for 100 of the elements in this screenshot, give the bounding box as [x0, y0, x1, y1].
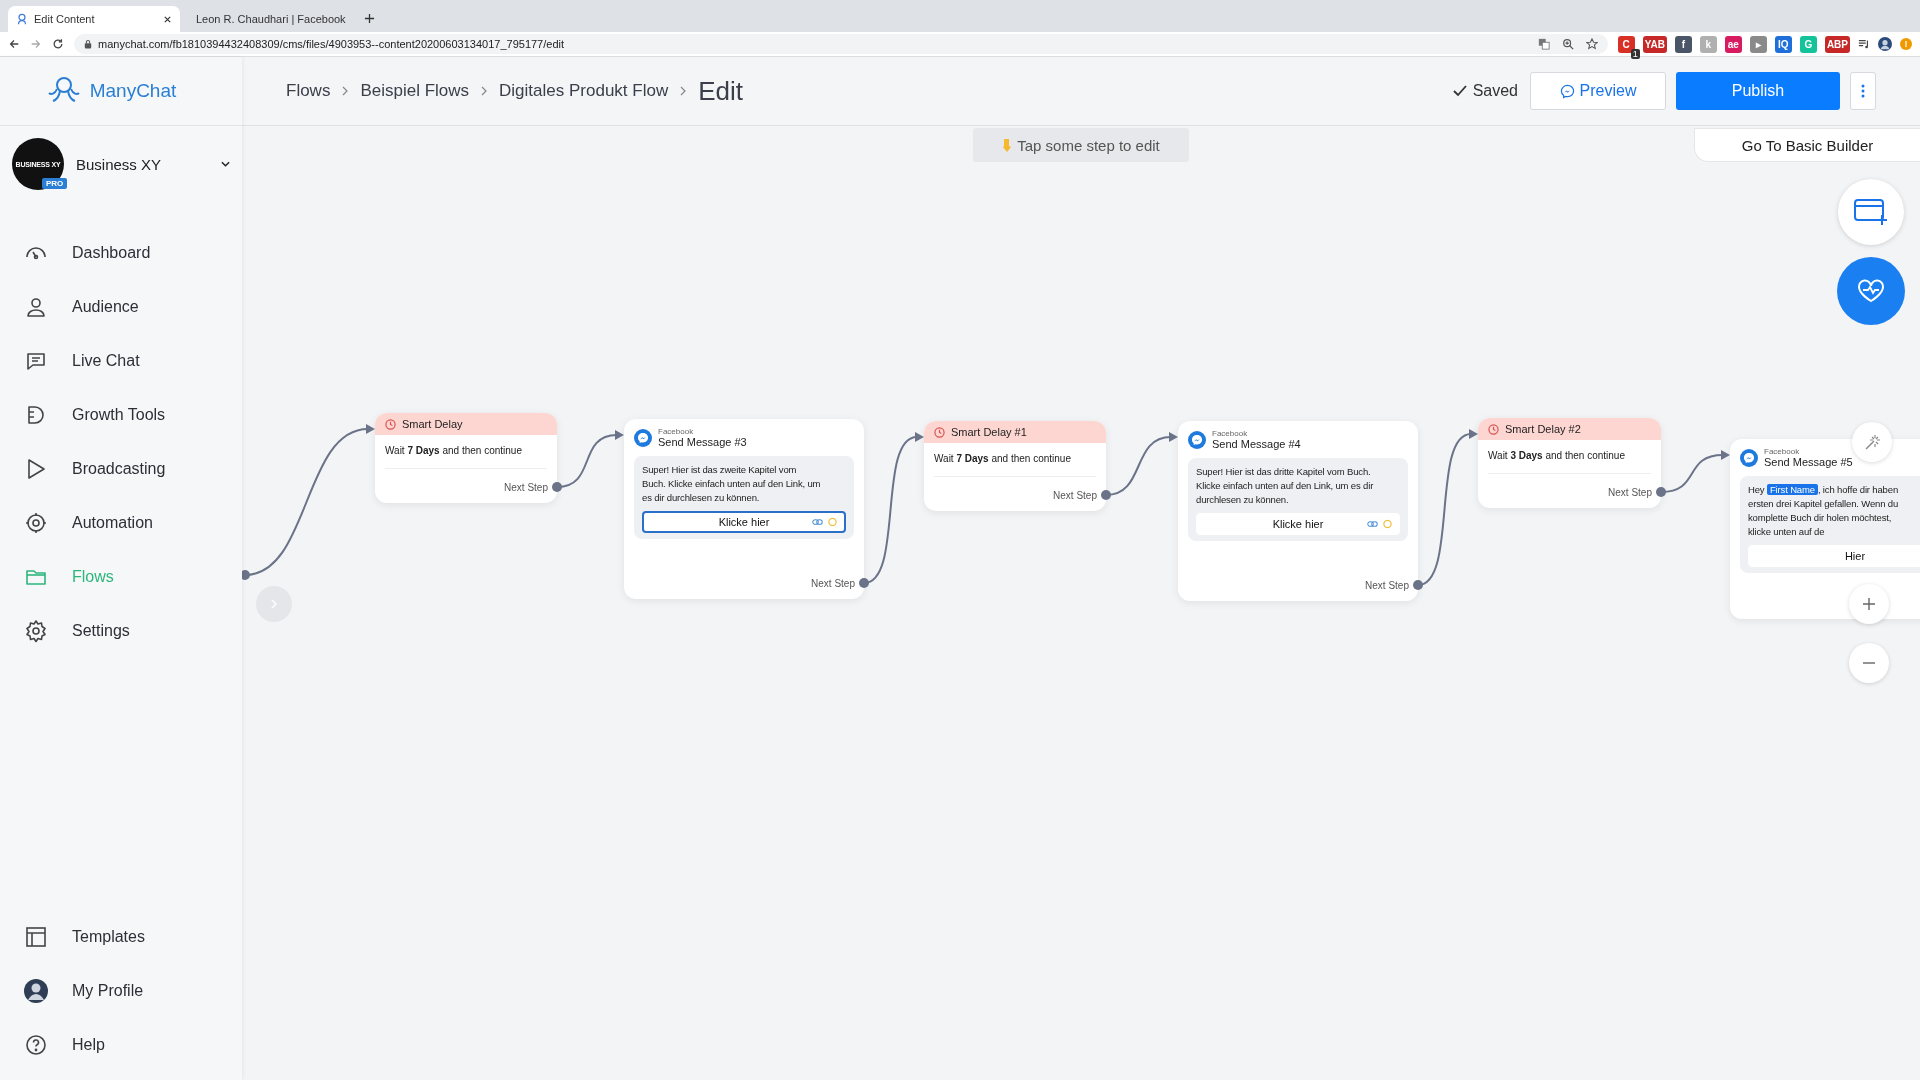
- step-title: Send Message #4: [1212, 438, 1301, 450]
- add-panel-button[interactable]: [1838, 179, 1904, 245]
- extension-icon[interactable]: YAB: [1642, 35, 1667, 53]
- sidebar-item[interactable]: Dashboard: [0, 226, 242, 280]
- message-button[interactable]: Hier: [1748, 545, 1920, 567]
- chevron-down-icon: [221, 161, 230, 167]
- chevron-right-icon: [342, 86, 349, 96]
- clock-icon: [1488, 423, 1499, 435]
- messenger-icon: [1559, 83, 1575, 99]
- port-dot[interactable]: [1413, 580, 1423, 590]
- check-icon: [1452, 85, 1467, 97]
- message-text: Super! Hier ist das dritte Kapitel vom Buch. Klicke einfach unten auf den Link, um es dir durchlesen zu können.: [1196, 465, 1375, 507]
- circle-icon: [1383, 519, 1392, 529]
- port-dot[interactable]: [1101, 490, 1111, 500]
- clock-icon: [385, 418, 396, 430]
- playlist-icon[interactable]: [1858, 38, 1870, 50]
- delay-text: Wait 3 Days and then continue: [1487, 449, 1626, 461]
- new-tab-icon[interactable]: [364, 13, 375, 24]
- messenger-icon: [1740, 448, 1758, 467]
- brand-name: ManyChat: [89, 80, 177, 102]
- sidebar-item[interactable]: Audience: [0, 280, 242, 334]
- flow-step-card[interactable]: Facebook Send Message #5 Hey First Name , ich hoffe dir haben ersten drei Kapitel gefallen. Wenn du komplette Buch dir holen möchtest, klicke unten auf de Hier: [1730, 439, 1920, 619]
- browser-tab[interactable]: Leon R. Chaudhari | Facebook: [182, 6, 354, 32]
- extension-icon[interactable]: C: [1617, 35, 1635, 53]
- port-dot[interactable]: [552, 482, 562, 492]
- zoom-icon[interactable]: [1561, 38, 1574, 50]
- delay-text: Wait 7 Days and then continue: [384, 444, 523, 456]
- delay-text: Wait 7 Days and then continue: [933, 452, 1072, 464]
- message-text: Super! Hier ist das zweite Kapitel vom Buch. Klicke einfach unten auf den Link, um es dir durchlesen zu können.: [642, 463, 822, 505]
- window-plus-icon: [1854, 198, 1888, 226]
- message-button[interactable]: Klicke hier: [1196, 513, 1400, 535]
- step-title: Send Message #3: [658, 436, 747, 448]
- template-grid-icon: [24, 925, 48, 949]
- account-name: Business XY: [76, 155, 163, 173]
- address-field[interactable]: manychat.com/fb1810394432408309/cms/files/4903953--content20200603134017_795177/edit: [74, 34, 1608, 54]
- channel-label: Facebook: [1764, 447, 1801, 456]
- back-icon[interactable]: [8, 38, 20, 50]
- preview-button[interactable]: Preview: [1530, 72, 1666, 110]
- next-step-label: Next Step: [1365, 579, 1409, 591]
- chevron-right-icon: [271, 599, 277, 609]
- link-icon: [812, 518, 823, 526]
- star-icon[interactable]: [1585, 38, 1598, 50]
- sidebar-item[interactable]: Settings: [0, 604, 242, 658]
- flow-step-card[interactable]: Smart Delay Wait 7 Days and then continue Next Step: [375, 413, 557, 503]
- next-step-label: Next Step: [811, 577, 855, 589]
- extension-icon[interactable]: ae: [1724, 35, 1742, 53]
- link-icon: [1367, 520, 1378, 528]
- next-step-label: Next Step: [1053, 489, 1097, 501]
- step-title: Smart Delay: [402, 418, 463, 430]
- settings-icon: [24, 619, 48, 643]
- step-title: Send Message #5: [1764, 456, 1853, 468]
- sidebar-item[interactable]: My Profile: [0, 964, 242, 1018]
- flow-step-card[interactable]: Facebook Send Message #3 Super! Hier ist das zweite Kapitel vom Buch. Klicke einfach unten auf den Link, um es dir durchlesen zu können. Klicke hier Next Step: [624, 419, 864, 599]
- channel-label: Facebook: [658, 427, 695, 436]
- translate-icon[interactable]: [1537, 38, 1550, 50]
- page-title: Edit: [698, 75, 743, 107]
- next-step-label: Next Step: [504, 481, 548, 493]
- browser-tab[interactable]: Edit Content: [8, 6, 180, 32]
- channel-label: Facebook: [1212, 429, 1249, 438]
- port-dot[interactable]: [859, 578, 869, 588]
- sidebar-item[interactable]: Broadcasting: [0, 442, 242, 496]
- count-badge: 1: [1630, 48, 1640, 59]
- reload-icon[interactable]: [52, 38, 64, 50]
- sidebar-item[interactable]: Automation: [0, 496, 242, 550]
- plan-badge: PRO: [42, 178, 68, 189]
- sidebar-item[interactable]: Live Chat: [0, 334, 242, 388]
- sidebar-item[interactable]: Templates: [0, 910, 242, 964]
- breadcrumb-link[interactable]: Beispiel Flows: [360, 81, 470, 101]
- messenger-icon: [1188, 430, 1206, 449]
- extension-icon[interactable]: IQ: [1774, 35, 1792, 53]
- flow-step-card[interactable]: Smart Delay #1 Wait 7 Days and then continue Next Step: [924, 421, 1106, 511]
- flow-step-card[interactable]: Facebook Send Message #4 Super! Hier ist das dritte Kapitel vom Buch. Klicke einfach unten auf den Link, um es dir durchlesen zu können. Klicke hier Next Step: [1178, 421, 1418, 601]
- messenger-icon: [634, 428, 652, 447]
- publish-button[interactable]: Publish: [1676, 72, 1840, 110]
- extension-icon[interactable]: ABP: [1824, 35, 1850, 53]
- basic-builder-tab[interactable]: Go To Basic Builder: [1694, 128, 1920, 162]
- sidebar-item[interactable]: Help: [0, 1018, 242, 1072]
- more-icon: [1861, 84, 1865, 98]
- message-button[interactable]: Klicke hier: [642, 511, 846, 533]
- circle-icon: [828, 517, 837, 527]
- hint-text: Tap some step to edit: [1017, 136, 1160, 154]
- person-icon: [24, 295, 48, 319]
- extension-icon[interactable]: f: [1674, 35, 1692, 53]
- plus-icon: [1862, 597, 1876, 611]
- port-dot[interactable]: [1656, 487, 1666, 497]
- breadcrumb-link[interactable]: Digitales Produkt Flow: [499, 81, 669, 101]
- clock-icon: [934, 426, 945, 438]
- flow-step-card[interactable]: Smart Delay #2 Wait 3 Days and then continue Next Step: [1478, 418, 1661, 508]
- message-text: Hey First Name , ich hoffe dir haben ersten drei Kapitel gefallen. Wenn du komplette Buch dir holen möchtest, klicke unten auf de: [1748, 483, 1900, 539]
- close-icon[interactable]: [163, 14, 172, 24]
- chevron-right-icon: [680, 86, 687, 96]
- profile-avatar: [24, 979, 48, 1003]
- heart-pulse-icon: [1857, 279, 1885, 303]
- next-step-label: Next Step: [1608, 486, 1652, 498]
- profile-avatar[interactable]: [1878, 37, 1892, 51]
- sidebar-item[interactable]: Growth Tools: [0, 388, 242, 442]
- magic-wand-icon: [1863, 433, 1881, 451]
- step-title: Smart Delay #2: [1505, 423, 1581, 435]
- breadcrumb-link[interactable]: Flows: [286, 81, 331, 101]
- help-icon: [24, 1033, 48, 1057]
